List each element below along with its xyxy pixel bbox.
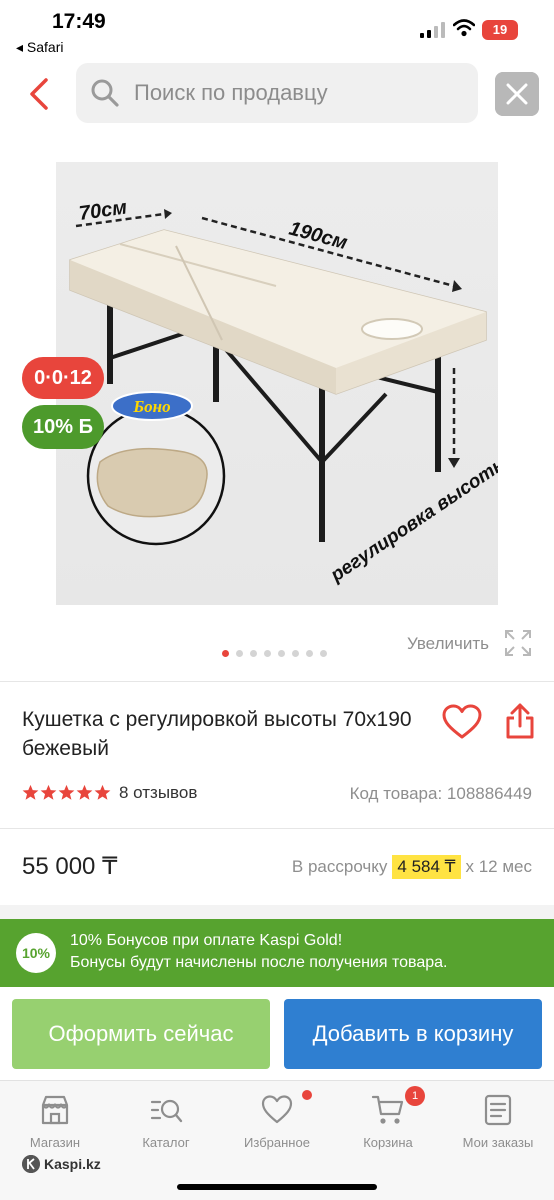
bottom-tab-bar: Магазин Каталог Избранное Корзина 1 Мои …	[0, 1080, 554, 1200]
share-icon[interactable]	[504, 702, 536, 740]
status-time: 17:49	[52, 10, 106, 33]
bonus-badge: 10% Б	[22, 405, 104, 449]
promo-subtitle: Бонусы будут начислены после получения т…	[70, 954, 448, 971]
seller-search-input[interactable]	[134, 63, 464, 123]
wifi-icon	[453, 19, 475, 37]
gallery-pagination[interactable]	[222, 650, 327, 660]
tab-favorites[interactable]: Избранное	[222, 1093, 332, 1150]
reviews-count[interactable]: 8 отзывов	[119, 783, 197, 803]
product-page: 17:49 ◂ Safari 19 Поиск по продавцу 70см…	[0, 0, 554, 1200]
catalog-search-icon	[150, 1099, 183, 1123]
kaspi-site-link[interactable]: Kaspi.kz	[22, 1155, 101, 1173]
tab-my-orders-label: Мои заказы	[462, 1135, 534, 1150]
expand-icon[interactable]	[504, 629, 532, 657]
product-photo[interactable]: 70см 190см регулировка высоты Боно	[56, 162, 513, 605]
buy-now-button[interactable]: Оформить сейчас	[12, 999, 270, 1069]
search-icon	[91, 79, 119, 107]
tab-cart[interactable]: Корзина	[333, 1093, 443, 1150]
kaspi-gold-promo-banner: 10% 10% Бонусов при оплате Kaspi Gold! Б…	[0, 919, 554, 987]
massage-table-illustration: 70см 190см регулировка высоты Боно	[69, 196, 513, 587]
gallery-dot[interactable]	[264, 650, 271, 657]
bonus-badge-currency: Б	[78, 416, 93, 438]
divider	[0, 828, 554, 829]
divider	[0, 681, 554, 682]
back-to-safari[interactable]: ◂ Safari	[16, 39, 64, 56]
status-bar: 17:49 ◂ Safari 19	[0, 0, 554, 60]
favorites-indicator-dot	[302, 1090, 312, 1100]
battery-indicator: 19	[482, 20, 518, 40]
promo-title: 10% Бонусов при оплате Kaspi Gold!	[70, 932, 343, 949]
installment-amount: 4 584 ₸	[392, 855, 461, 879]
installment-prefix: В рассрочку	[291, 857, 388, 876]
kaspi-logo-icon	[22, 1155, 40, 1173]
tab-catalog-label: Каталог	[142, 1135, 190, 1150]
gallery-dot[interactable]	[292, 650, 299, 657]
installment-suffix: x 12 мес	[465, 857, 533, 876]
orders-icon	[484, 1094, 512, 1126]
section-gap	[0, 905, 554, 919]
brand-logo-text: Боно	[132, 397, 170, 416]
bonus-badge-percent: 10%	[33, 416, 74, 438]
gallery-dot[interactable]	[222, 650, 229, 657]
tab-catalog[interactable]: Каталог	[111, 1093, 221, 1150]
rating-stars[interactable]	[22, 784, 111, 801]
installment-badge: 0·0·12	[22, 357, 104, 399]
add-to-cart-button[interactable]: Добавить в корзину	[284, 999, 542, 1069]
signal-icon	[420, 22, 445, 38]
tab-store[interactable]: Магазин	[0, 1093, 110, 1150]
kaspi-site-label: Kaspi.kz	[44, 1156, 101, 1172]
tab-store-label: Магазин	[29, 1135, 81, 1150]
favorite-heart-icon[interactable]	[442, 704, 482, 740]
star-icon	[58, 784, 75, 800]
installment-info: В рассрочку 4 584 ₸ x 12 мес	[292, 855, 532, 879]
product-title: Кушетка с регулировкой высоты 70x190 беж…	[22, 708, 412, 760]
heart-icon	[261, 1095, 293, 1124]
star-icon	[22, 784, 39, 800]
gallery-dot[interactable]	[250, 650, 257, 657]
gallery-dot[interactable]	[320, 650, 327, 657]
product-price: 55 000 ₸	[22, 853, 118, 880]
height-label: регулировка высоты	[326, 451, 498, 586]
star-icon	[40, 784, 57, 800]
seller-search-bar[interactable]	[76, 63, 478, 123]
gallery-dot[interactable]	[236, 650, 243, 657]
star-icon	[94, 784, 111, 800]
home-indicator	[177, 1184, 377, 1190]
product-code: Код товара: 108886449	[349, 784, 532, 803]
star-icon	[76, 784, 93, 800]
gallery-dot[interactable]	[306, 650, 313, 657]
tab-my-orders[interactable]: Мои заказы	[443, 1093, 553, 1150]
tab-favorites-label: Избранное	[244, 1135, 310, 1150]
zoom-label[interactable]: Увеличить	[407, 634, 489, 654]
cart-count-badge: 1	[405, 1086, 425, 1106]
tab-cart-label: Корзина	[363, 1135, 413, 1150]
cart-icon	[371, 1095, 404, 1124]
promo-percent-badge: 10%	[16, 933, 56, 973]
close-search-button[interactable]	[495, 72, 539, 116]
gallery-dot[interactable]	[278, 650, 285, 657]
back-chevron-icon[interactable]	[22, 74, 58, 114]
store-icon	[41, 1095, 69, 1125]
